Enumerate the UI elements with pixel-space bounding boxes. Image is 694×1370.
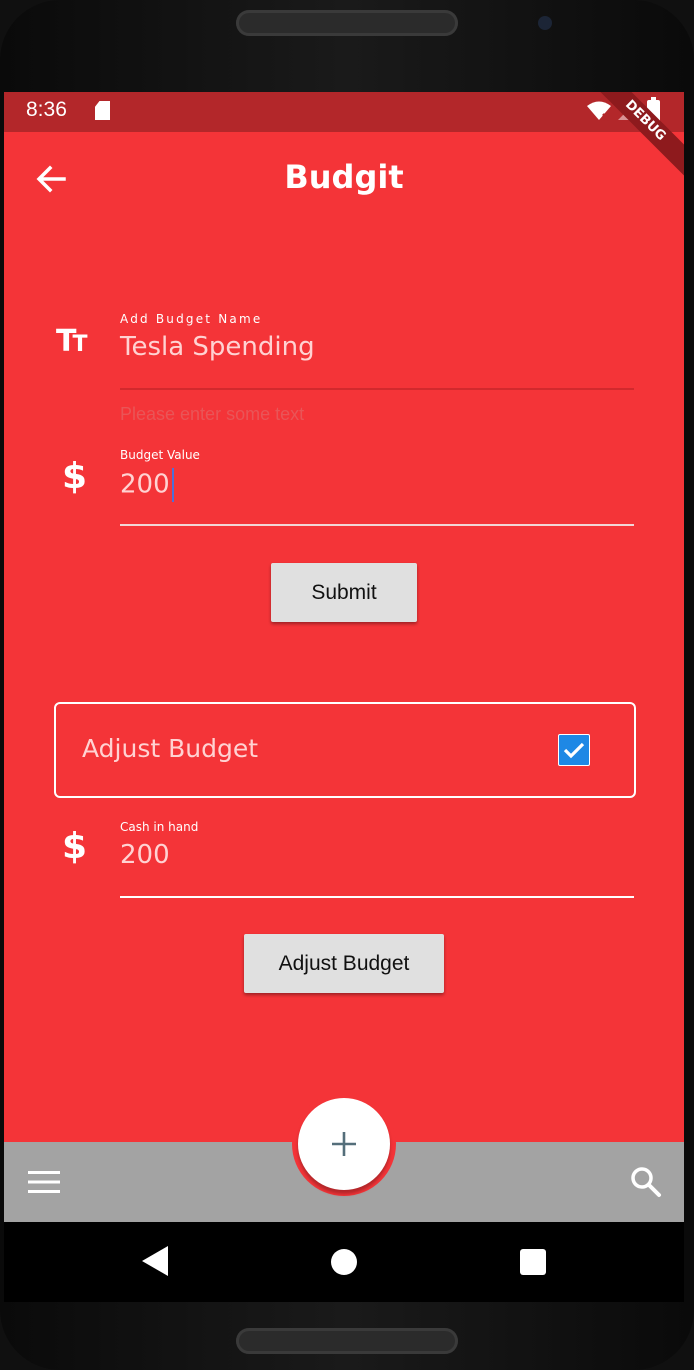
budget-name-label: Add Budget Name (120, 312, 263, 326)
budget-value-field[interactable]: Budget Value 200 (120, 448, 634, 526)
search-icon[interactable] (630, 1166, 662, 1198)
cash-in-hand-field[interactable]: Cash in hand 200 (120, 820, 634, 898)
phone-speaker-bottom (236, 1328, 458, 1354)
phone-speaker-top (236, 10, 458, 36)
budget-value-underline (120, 524, 634, 526)
android-nav-bar (4, 1222, 684, 1302)
app-screen: 8:36 DEBUG Budgit TT Add Budget Name Tes… (4, 92, 684, 1222)
dollar-icon-cash: $ (62, 826, 88, 867)
nav-back-icon[interactable] (142, 1246, 168, 1276)
submit-button[interactable]: Submit (271, 563, 417, 622)
app-title: Budgit (284, 158, 404, 196)
cash-in-hand-label: Cash in hand (120, 820, 199, 834)
nav-home-icon[interactable] (331, 1249, 357, 1275)
text-cursor (171, 468, 174, 502)
adjust-budget-checkbox[interactable] (558, 734, 590, 766)
budget-value-text: 200 (120, 469, 170, 500)
add-fab-button[interactable] (298, 1098, 390, 1190)
text-format-icon: TT (56, 324, 87, 359)
cash-in-hand-underline (120, 896, 634, 898)
phone-camera (538, 16, 552, 30)
status-time: 8:36 (26, 98, 67, 121)
wifi-off-icon (587, 101, 611, 121)
check-icon (563, 742, 585, 759)
menu-icon[interactable] (28, 1170, 60, 1194)
budget-value-input: 200 (120, 468, 634, 502)
adjust-budget-label: Adjust Budget (82, 734, 259, 763)
status-bar: 8:36 DEBUG (4, 92, 684, 182)
dollar-icon: $ (62, 456, 88, 497)
app-bar: Budgit (4, 132, 684, 224)
plus-icon (332, 1132, 356, 1156)
cash-in-hand-value: 200 (120, 840, 170, 870)
sd-card-icon (95, 101, 110, 120)
adjust-budget-card[interactable]: Adjust Budget (54, 702, 636, 798)
budget-name-value: Tesla Spending (120, 332, 315, 362)
adjust-budget-button[interactable]: Adjust Budget (244, 934, 444, 993)
budget-value-label: Budget Value (120, 448, 200, 462)
budget-name-field[interactable]: Add Budget Name Tesla Spending (120, 312, 634, 390)
nav-recent-apps-icon[interactable] (520, 1249, 546, 1275)
budget-name-underline (120, 388, 634, 390)
budget-name-helper-text: Please enter some text (120, 404, 305, 424)
